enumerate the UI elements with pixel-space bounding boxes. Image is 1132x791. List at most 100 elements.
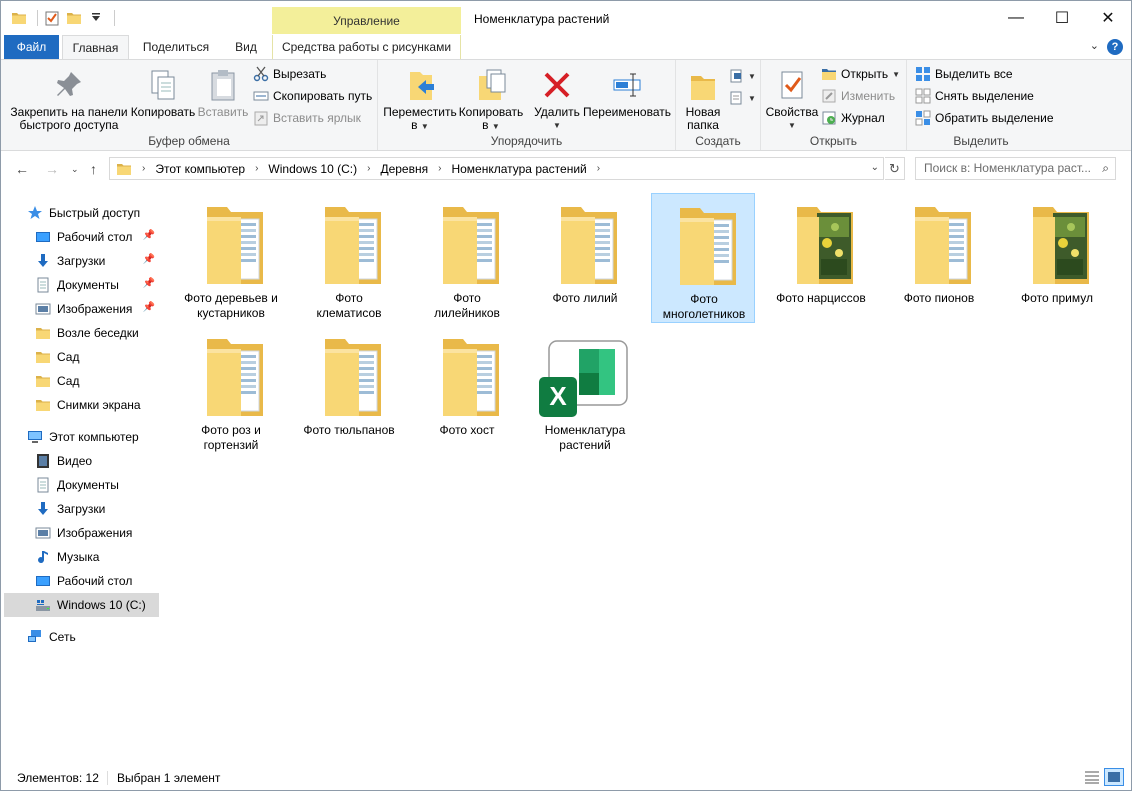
- folder-item[interactable]: Фото тюльпанов: [297, 325, 401, 455]
- folder-item[interactable]: Фото лилий: [533, 193, 637, 323]
- properties-button[interactable]: Свойства ▼: [765, 64, 819, 132]
- sidebar-item-documents[interactable]: Документы 📌: [35, 273, 159, 297]
- folder-item[interactable]: Фото пионов: [887, 193, 991, 323]
- help-icon[interactable]: ?: [1107, 39, 1123, 55]
- up-arrow-icon[interactable]: ↑: [90, 161, 97, 177]
- breadcrumb-separator-icon[interactable]: ›: [597, 163, 600, 174]
- sidebar-item-music[interactable]: Музыка: [35, 545, 159, 569]
- sidebar-item-pictures[interactable]: Изображения 📌: [35, 297, 159, 321]
- edit-button[interactable]: Изменить: [821, 86, 895, 106]
- breadcrumb-separator-icon[interactable]: ›: [367, 163, 370, 174]
- tab-view[interactable]: Вид: [228, 35, 264, 59]
- sidebar-item-network[interactable]: Сеть: [27, 625, 159, 649]
- minimize-button[interactable]: —: [993, 1, 1039, 35]
- easy-access-icon: [730, 91, 742, 105]
- folder-item[interactable]: Фото нарциссов: [769, 193, 873, 323]
- sidebar-item-pictures[interactable]: Изображения: [35, 521, 159, 545]
- search-input[interactable]: Поиск в: Номенклатура раст... ⌕: [915, 157, 1116, 180]
- cut-button[interactable]: Вырезать: [253, 64, 326, 84]
- breadcrumb-separator-icon[interactable]: ›: [438, 163, 441, 174]
- folder-item[interactable]: Фото примул: [1005, 193, 1109, 323]
- new-folder-button[interactable]: Новая папка: [680, 64, 726, 132]
- tab-home[interactable]: Главная: [62, 35, 129, 60]
- tab-share[interactable]: Поделиться: [137, 35, 215, 59]
- sidebar-item-this-pc[interactable]: Этот компьютер: [27, 425, 159, 449]
- breadcrumb-separator-icon[interactable]: ›: [142, 163, 145, 174]
- recent-locations-chevron-icon[interactable]: ⌄: [71, 164, 79, 175]
- back-arrow-icon[interactable]: ←: [15, 161, 29, 177]
- breadcrumb-drive[interactable]: Windows 10 (C:): [268, 162, 357, 176]
- maximize-button[interactable]: ☐: [1039, 1, 1085, 35]
- new-item-button[interactable]: ▼: [728, 66, 756, 86]
- collapse-ribbon-icon[interactable]: ⌄: [1090, 39, 1099, 52]
- folder-item[interactable]: Фото роз и гортензий: [179, 325, 283, 455]
- excel-file-item[interactable]: Номенклатура растений: [533, 325, 637, 455]
- sidebar-item-downloads[interactable]: Загрузки 📌: [35, 249, 159, 273]
- pin-quick-access-button[interactable]: Закрепить на панели быстрого доступа: [7, 64, 131, 132]
- copy-to-button[interactable]: Копировать в ▼: [456, 64, 526, 133]
- sidebar-item-folder[interactable]: Сад: [35, 345, 159, 369]
- folder-icon: [35, 325, 51, 341]
- copy-path-button[interactable]: Скопировать путь: [253, 86, 372, 106]
- invert-selection-button[interactable]: Обратить выделение: [915, 108, 1054, 128]
- folder-item[interactable]: Фото лилейников: [415, 193, 519, 323]
- sidebar-item-folder[interactable]: Снимки экрана: [35, 393, 159, 417]
- forward-arrow-icon[interactable]: →: [45, 161, 59, 177]
- folder-item-selected[interactable]: Фото многолетников: [651, 193, 755, 323]
- explorer-window: Управление Номенклатура растений — ☐ ✕ Ф…: [0, 0, 1132, 791]
- breadcrumb-current[interactable]: Номенклатура растений: [451, 162, 586, 176]
- select-none-label: Снять выделение: [935, 89, 1034, 103]
- select-all-button[interactable]: Выделить все: [915, 64, 1013, 84]
- select-all-label: Выделить все: [935, 67, 1013, 81]
- breadcrumb-village[interactable]: Деревня: [380, 162, 428, 176]
- paste-button[interactable]: Вставить: [195, 64, 251, 119]
- tab-file[interactable]: Файл: [4, 35, 59, 59]
- new-group: Новая папка ▼ ▼ Создать: [676, 60, 761, 150]
- sidebar-item-desktop[interactable]: Рабочий стол: [35, 569, 159, 593]
- properties-check-icon[interactable]: [44, 10, 60, 26]
- folder-name-line1: Фото: [690, 292, 718, 306]
- copy-to-label-2: в: [482, 118, 489, 132]
- folder-name-line2: многолетников: [662, 307, 746, 321]
- folder-item[interactable]: Фото клематисов: [297, 193, 401, 323]
- delete-button[interactable]: Удалить ▼: [532, 64, 582, 132]
- address-bar[interactable]: › Этот компьютер › Windows 10 (C:) › Дер…: [109, 157, 884, 180]
- folder-item[interactable]: Фото деревьев и кустарников: [179, 193, 283, 323]
- sidebar-item-documents[interactable]: Документы: [35, 473, 159, 497]
- copy-button[interactable]: Копировать: [129, 64, 197, 119]
- open-button[interactable]: Открыть ▼: [821, 64, 900, 84]
- select-all-icon: [916, 67, 930, 81]
- customize-toolbar-icon[interactable]: [88, 10, 104, 26]
- pin-icon[interactable]: 📌: [143, 254, 155, 265]
- folder-name-line1: Фото нарциссов: [776, 291, 866, 305]
- tab-picture-tools[interactable]: Средства работы с рисунками: [272, 35, 461, 59]
- rename-button[interactable]: Переименовать: [582, 64, 672, 119]
- sidebar-item-desktop[interactable]: Рабочий стол 📌: [35, 225, 159, 249]
- sidebar-item-folder[interactable]: Возле беседки: [35, 321, 159, 345]
- history-button[interactable]: Журнал: [821, 108, 885, 128]
- paste-shortcut-button[interactable]: Вставить ярлык: [253, 108, 361, 128]
- pin-icon[interactable]: 📌: [143, 278, 155, 289]
- easy-access-button[interactable]: ▼: [728, 88, 756, 108]
- folder-icon: [441, 203, 501, 285]
- sidebar-item-quick-access[interactable]: Быстрый доступ: [27, 201, 159, 225]
- folder-item[interactable]: Фото хост: [415, 325, 519, 455]
- new-folder-icon[interactable]: [66, 10, 82, 26]
- pin-icon[interactable]: 📌: [143, 230, 155, 241]
- sidebar-item-drive-c[interactable]: Windows 10 (C:): [4, 593, 159, 617]
- folder-icon[interactable]: [11, 10, 27, 26]
- sidebar-item-folder[interactable]: Сад: [35, 369, 159, 393]
- refresh-icon[interactable]: ↻: [885, 157, 905, 180]
- sidebar-item-downloads[interactable]: Загрузки: [35, 497, 159, 521]
- organize-group: Переместить в ▼ Копировать в ▼ Удалить ▼…: [378, 60, 676, 150]
- address-history-chevron-icon[interactable]: ⌄: [871, 162, 879, 173]
- move-to-button[interactable]: Переместить в ▼: [382, 64, 458, 133]
- pin-icon[interactable]: 📌: [143, 302, 155, 313]
- breadcrumb-separator-icon[interactable]: ›: [255, 163, 258, 174]
- large-icons-view-icon[interactable]: [1104, 768, 1124, 786]
- close-button[interactable]: ✕: [1085, 1, 1131, 35]
- breadcrumb-this-pc[interactable]: Этот компьютер: [155, 162, 245, 176]
- sidebar-item-videos[interactable]: Видео: [35, 449, 159, 473]
- select-none-button[interactable]: Снять выделение: [915, 86, 1034, 106]
- details-view-icon[interactable]: [1082, 768, 1102, 786]
